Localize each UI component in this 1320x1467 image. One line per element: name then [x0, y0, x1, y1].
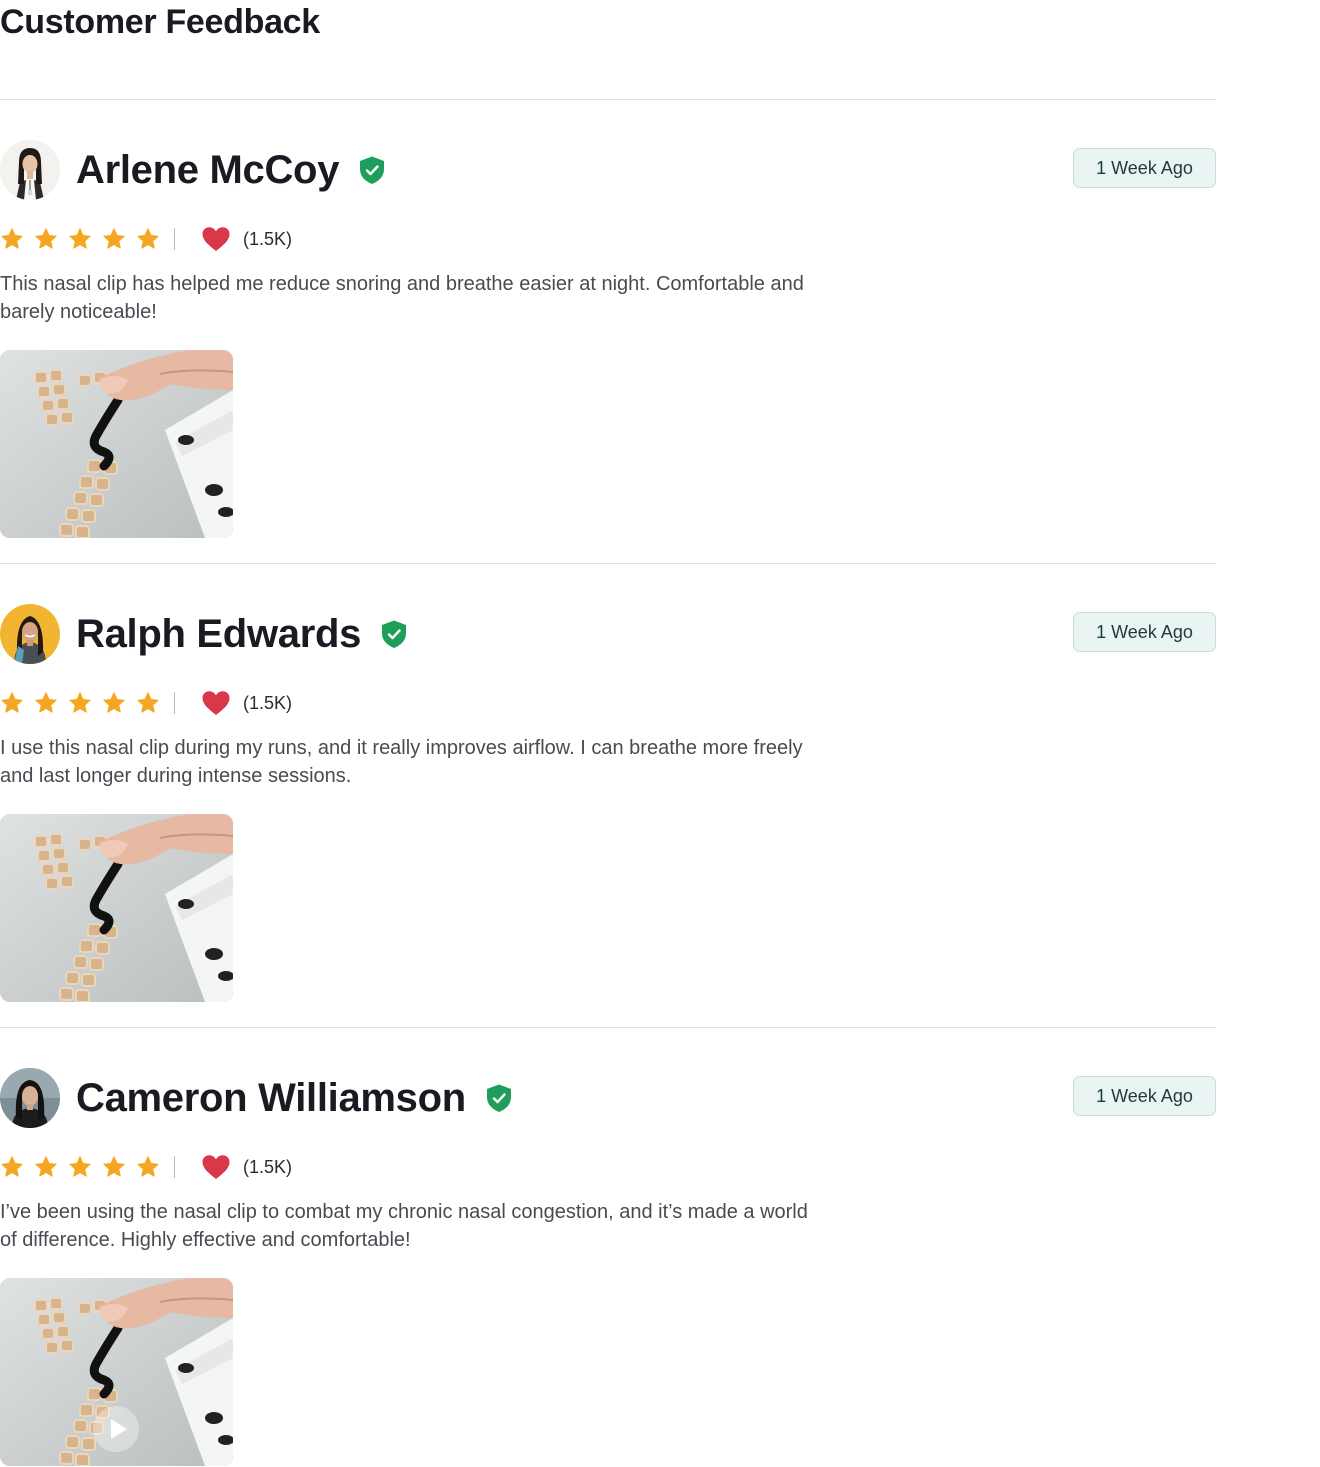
heart-icon[interactable]	[201, 1154, 231, 1180]
star-icon	[35, 692, 57, 713]
reviewer-name: Arlene McCoy	[76, 148, 340, 192]
verified-shield-icon	[486, 1084, 511, 1112]
heart-icon[interactable]	[201, 690, 231, 716]
star-icon	[1, 1156, 23, 1177]
likes-count: (1.5K)	[243, 229, 293, 249]
star-icon	[137, 228, 159, 249]
star-icon	[1, 692, 23, 713]
star-icon	[1, 228, 23, 249]
star-icon	[103, 228, 125, 249]
star-icon	[69, 228, 91, 249]
reviewer-name-row: Arlene McCoy	[76, 140, 387, 200]
star-icon	[69, 1156, 91, 1177]
review-video[interactable]	[0, 1278, 233, 1466]
verified-shield-icon	[360, 156, 385, 184]
page-title: Customer Feedback	[0, 3, 320, 41]
review-date-badge: 1 Week Ago	[1073, 1076, 1216, 1116]
rating-divider	[174, 1156, 175, 1178]
review-card: Ralph Edwards 1 Week Ago (1.5K) I use th…	[0, 564, 1216, 1028]
reviewer-name: Ralph Edwards	[76, 612, 362, 656]
play-button-icon[interactable]	[92, 1405, 140, 1453]
review-photo[interactable]	[0, 814, 233, 1002]
review-header: Arlene McCoy 1 Week Ago	[0, 140, 1216, 200]
avatar[interactable]	[0, 1068, 60, 1128]
reviewer-name-row: Cameron Williamson	[76, 1068, 514, 1128]
customer-feedback-page: Customer Feedback Arlene McCoy 1 Week Ag…	[0, 0, 1216, 1467]
star-icon	[69, 692, 91, 713]
rating-row: (1.5K)	[0, 1152, 292, 1182]
review-text: This nasal clip has helped me reduce sno…	[0, 273, 804, 323]
star-icon	[103, 1156, 125, 1177]
star-icon	[35, 1156, 57, 1177]
rating-row: (1.5K)	[0, 688, 292, 718]
review-text: I’ve been using the nasal clip to combat…	[0, 1201, 808, 1251]
reviewer-name: Cameron Williamson	[76, 1076, 466, 1120]
star-icon	[137, 692, 159, 713]
review-date-badge: 1 Week Ago	[1073, 612, 1216, 652]
review-text: I use this nasal clip during my runs, an…	[0, 737, 803, 787]
heart-icon[interactable]	[201, 226, 231, 252]
review-date-badge: 1 Week Ago	[1073, 148, 1216, 188]
star-icon	[103, 692, 125, 713]
rating-divider	[174, 692, 175, 714]
review-header: Cameron Williamson 1 Week Ago	[0, 1068, 1216, 1128]
avatar[interactable]	[0, 604, 60, 664]
review-photo[interactable]	[0, 350, 233, 538]
review-card: Cameron Williamson 1 Week Ago (1.5K) I’v…	[0, 1028, 1216, 1467]
verified-shield-icon	[382, 620, 407, 648]
rating-divider	[174, 228, 175, 250]
star-icon	[35, 228, 57, 249]
reviewer-name-row: Ralph Edwards	[76, 604, 409, 664]
likes-count: (1.5K)	[243, 1157, 293, 1177]
review-card: Arlene McCoy 1 Week Ago (1.5K) This nasa…	[0, 100, 1216, 564]
avatar[interactable]	[0, 140, 60, 200]
likes-count: (1.5K)	[243, 693, 293, 713]
star-icon	[137, 1156, 159, 1177]
review-header: Ralph Edwards 1 Week Ago	[0, 604, 1216, 664]
rating-row: (1.5K)	[0, 224, 292, 254]
